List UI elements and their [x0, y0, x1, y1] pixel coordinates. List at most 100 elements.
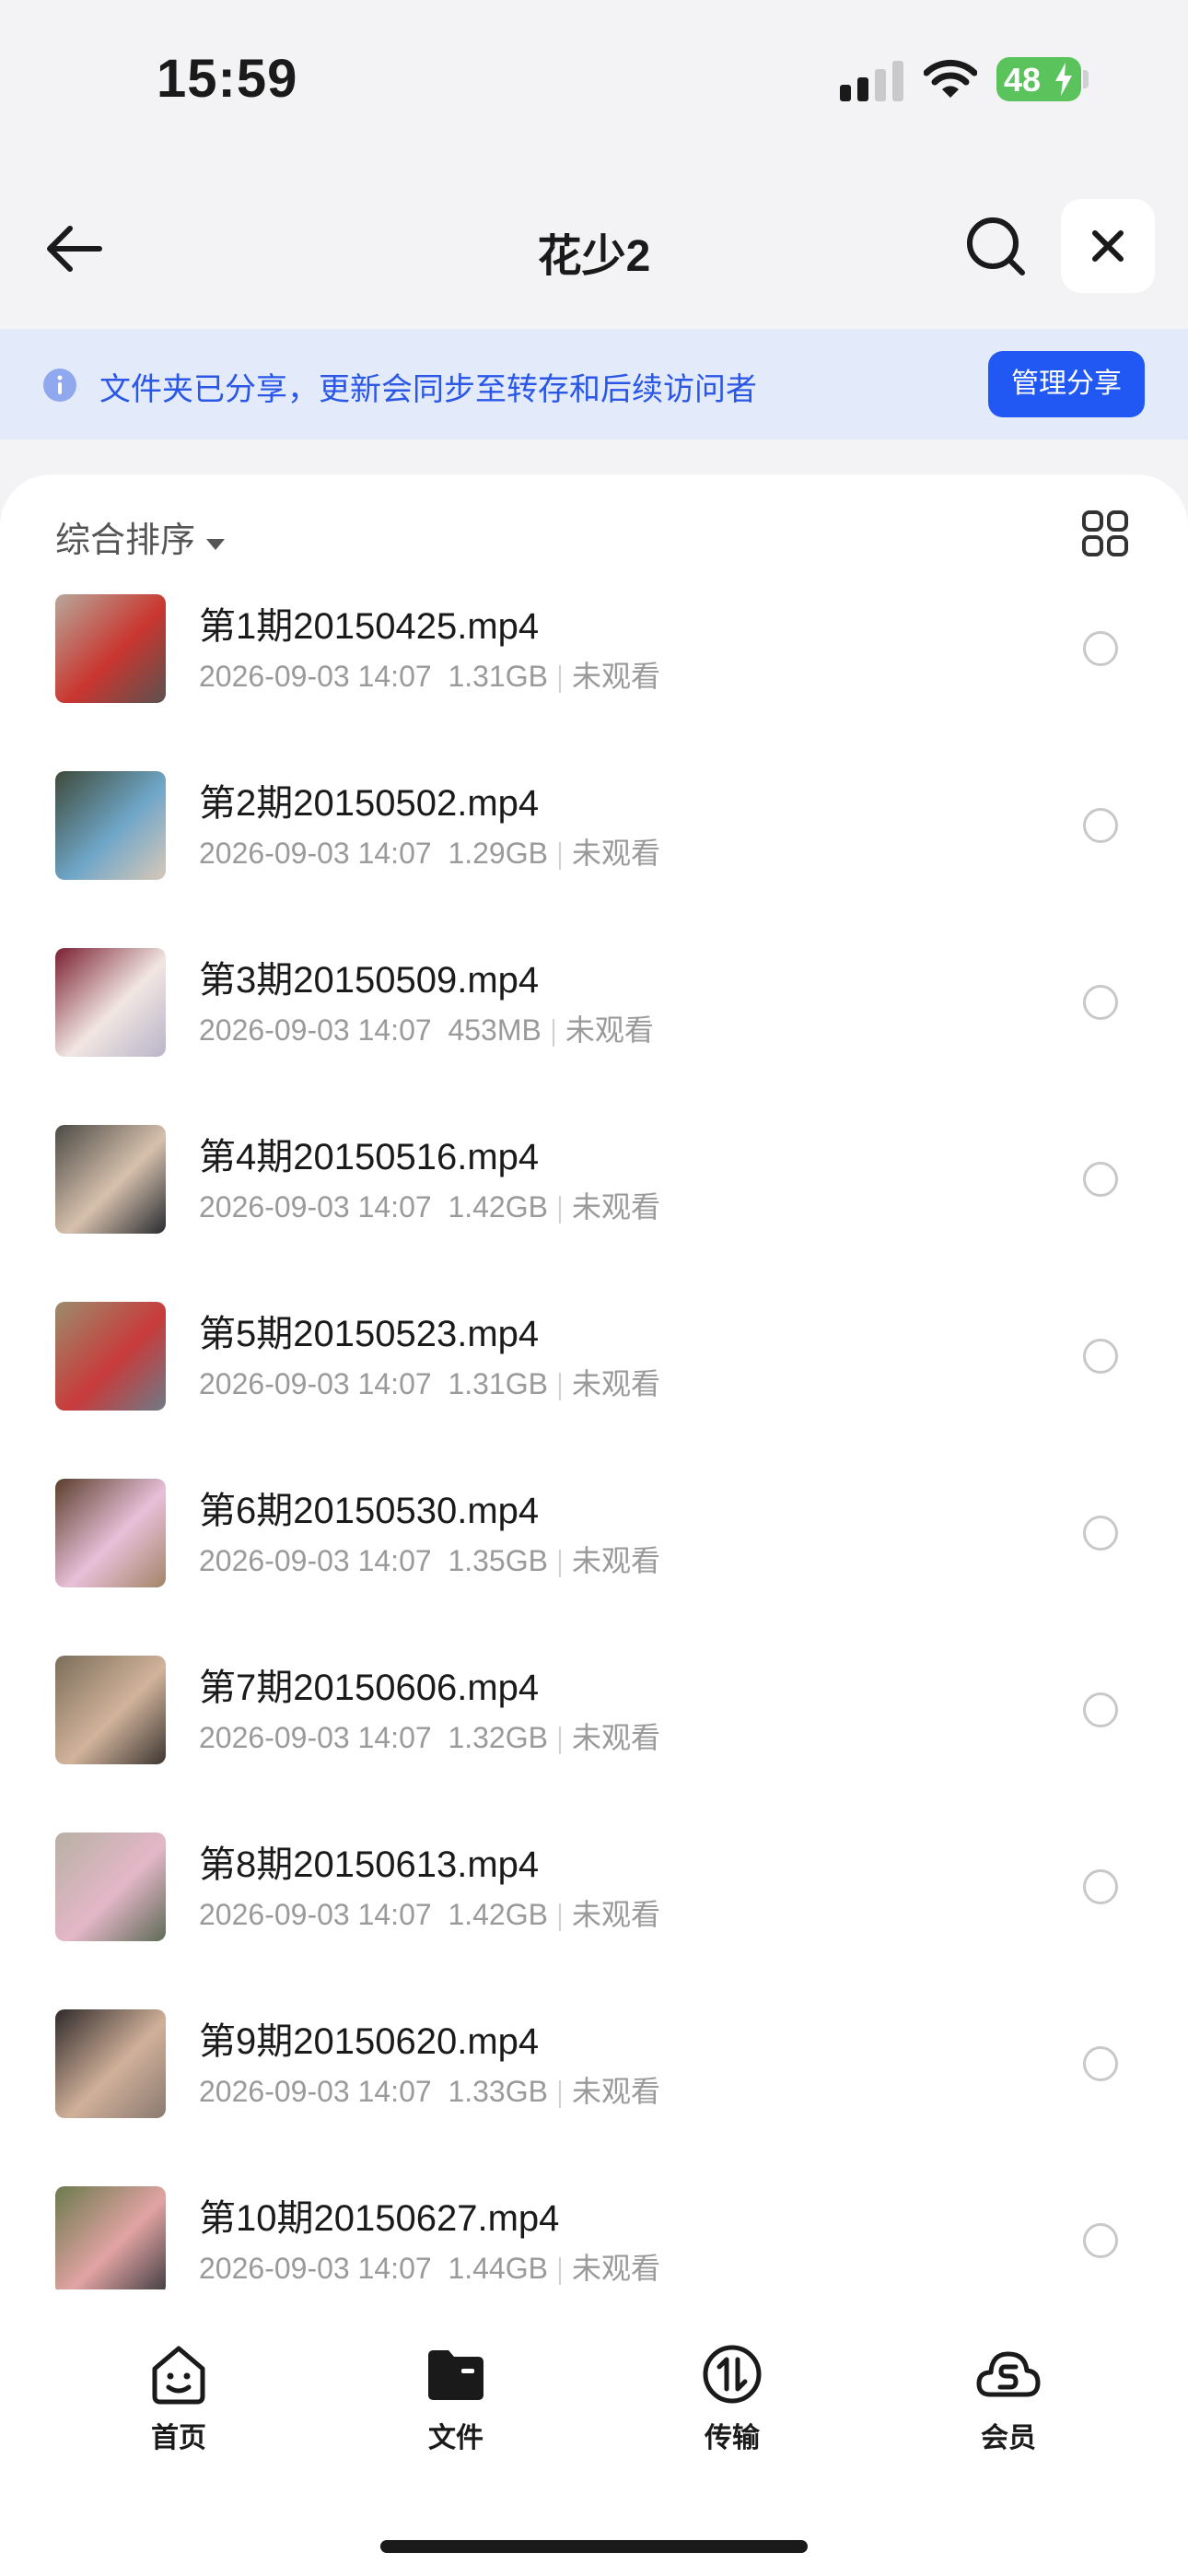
file-meta: 2026-09-03 14:07 1.32GB 未观看	[199, 1715, 660, 1757]
video-thumbnail	[55, 1125, 166, 1234]
select-checkbox[interactable]	[1083, 808, 1118, 843]
select-checkbox[interactable]	[1083, 2223, 1118, 2258]
file-name: 第10期20150627.mp4	[199, 2198, 560, 2239]
select-checkbox[interactable]	[1083, 2046, 1118, 2081]
file-row[interactable]: 第2期20150502.mp4 2026-09-03 14:07 1.29GB 未观…	[0, 771, 1188, 948]
tab-files[interactable]: 文件	[364, 2341, 548, 2455]
file-size: 1.31GB	[448, 660, 548, 693]
file-size: 1.33GB	[448, 2075, 548, 2108]
home-face-icon	[152, 2346, 205, 2405]
meta-divider	[558, 1195, 561, 1224]
sort-dropdown[interactable]: 综合排序	[55, 511, 226, 576]
file-date: 2026-09-03 14:07	[199, 2075, 432, 2108]
file-meta: 2026-09-03 14:07 1.35GB 未观看	[199, 1538, 660, 1580]
video-thumbnail	[55, 1832, 166, 1941]
file-name: 第5期20150523.mp4	[199, 1314, 540, 1354]
watch-status: 未观看	[571, 1367, 660, 1400]
search-icon[interactable]	[961, 212, 1030, 280]
file-row[interactable]: 第1期20150425.mp4 2026-09-03 14:07 1.31GB 未观…	[0, 594, 1188, 771]
close-icon	[1092, 230, 1124, 262]
video-thumbnail	[55, 1656, 166, 1764]
watch-status: 未观看	[571, 1721, 660, 1754]
file-name: 第2期20150502.mp4	[199, 783, 540, 824]
select-checkbox[interactable]	[1083, 1516, 1118, 1551]
file-size: 1.42GB	[448, 1898, 548, 1931]
battery-nub	[1083, 70, 1089, 88]
share-banner: 文件夹已分享，更新会同步至转存和后续访问者 管理分享	[0, 329, 1188, 439]
banner-text: 文件夹已分享，更新会同步至转存和后续访问者	[99, 372, 757, 407]
file-date: 2026-09-03 14:07	[199, 1898, 432, 1931]
grid-view-icon[interactable]	[1081, 509, 1129, 557]
file-row[interactable]: 第5期20150523.mp4 2026-09-03 14:07 1.31GB 未观…	[0, 1302, 1188, 1479]
file-meta: 2026-09-03 14:07 1.44GB 未观看	[199, 2245, 660, 2288]
select-checkbox[interactable]	[1083, 631, 1118, 666]
file-name: 第1期20150425.mp4	[199, 606, 540, 647]
watch-status: 未观看	[565, 1013, 654, 1047]
watch-status: 未观看	[571, 837, 660, 870]
battery-level: 48	[1004, 61, 1042, 99]
battery-indicator: 48	[996, 57, 1081, 101]
meta-divider	[558, 1903, 561, 1931]
file-size: 1.44GB	[448, 2252, 548, 2285]
bottom-tab-bar: 首页 文件 传输 会员	[0, 2289, 1188, 2576]
file-date: 2026-09-03 14:07	[199, 1367, 432, 1400]
file-date: 2026-09-03 14:07	[199, 2252, 432, 2285]
file-date: 2026-09-03 14:07	[199, 1544, 432, 1577]
meta-divider	[558, 1726, 561, 1754]
folder-icon	[428, 2350, 483, 2400]
file-row[interactable]: 第3期20150509.mp4 2026-09-03 14:07 453MB 未观看	[0, 948, 1188, 1125]
file-meta: 2026-09-03 14:07 1.42GB 未观看	[199, 1891, 660, 1934]
file-name: 第7期20150606.mp4	[199, 1668, 540, 1708]
file-row[interactable]: 第4期20150516.mp4 2026-09-03 14:07 1.42GB 未观…	[0, 1125, 1188, 1302]
file-date: 2026-09-03 14:07	[199, 1190, 432, 1224]
file-meta: 2026-09-03 14:07 453MB 未观看	[199, 1007, 654, 1049]
meta-divider	[558, 2256, 561, 2285]
select-checkbox[interactable]	[1083, 985, 1118, 1020]
status-bar: 15:59 48	[0, 0, 1188, 157]
caret-down-icon	[206, 538, 226, 550]
watch-status: 未观看	[571, 1898, 660, 1931]
close-button[interactable]	[1061, 199, 1155, 293]
file-meta: 2026-09-03 14:07 1.42GB 未观看	[199, 1184, 660, 1226]
home-indicator	[380, 2540, 808, 2553]
tab-label: 文件	[428, 2423, 483, 2453]
file-size: 1.42GB	[448, 1190, 548, 1224]
tab-home[interactable]: 首页	[87, 2341, 271, 2455]
file-list-card: 综合排序 第1期20150425.mp4 2026-09-03 14:07 1.3…	[0, 474, 1188, 2289]
select-checkbox[interactable]	[1083, 1692, 1118, 1727]
file-name: 第4期20150516.mp4	[199, 1137, 540, 1177]
file-meta: 2026-09-03 14:07 1.29GB 未观看	[199, 830, 660, 872]
tab-transfer[interactable]: 传输	[640, 2341, 824, 2455]
info-icon	[43, 369, 76, 402]
transfer-icon	[703, 2345, 762, 2404]
meta-divider	[558, 2079, 561, 2108]
file-row[interactable]: 第9期20150620.mp4 2026-09-03 14:07 1.33GB 未观…	[0, 2009, 1188, 2186]
file-size: 1.32GB	[448, 1721, 548, 1754]
manage-share-button[interactable]: 管理分享	[988, 351, 1145, 417]
meta-divider	[558, 841, 561, 870]
tab-label: 传输	[705, 2423, 760, 2453]
file-date: 2026-09-03 14:07	[199, 1721, 432, 1754]
file-row[interactable]: 第7期20150606.mp4 2026-09-03 14:07 1.32GB 未观…	[0, 1656, 1188, 1832]
video-thumbnail	[55, 771, 166, 880]
meta-divider	[558, 1372, 561, 1400]
file-name: 第3期20150509.mp4	[199, 960, 540, 1001]
file-row[interactable]: 第10期20150627.mp4 2026-09-03 14:07 1.44GB 未…	[0, 2186, 1188, 2289]
meta-divider	[552, 1018, 554, 1047]
video-thumbnail	[55, 2009, 166, 2118]
file-list: 第1期20150425.mp4 2026-09-03 14:07 1.31GB 未观…	[0, 594, 1188, 2289]
file-name: 第9期20150620.mp4	[199, 2021, 540, 2062]
file-name: 第6期20150530.mp4	[199, 1491, 540, 1531]
status-time: 15:59	[157, 49, 298, 109]
select-checkbox[interactable]	[1083, 1339, 1118, 1374]
watch-status: 未观看	[571, 2252, 660, 2285]
tab-member[interactable]: 会员	[916, 2341, 1101, 2455]
file-row[interactable]: 第6期20150530.mp4 2026-09-03 14:07 1.35GB 未观…	[0, 1479, 1188, 1656]
file-row[interactable]: 第8期20150613.mp4 2026-09-03 14:07 1.42GB 未观…	[0, 1832, 1188, 2009]
select-checkbox[interactable]	[1083, 1869, 1118, 1904]
video-thumbnail	[55, 1302, 166, 1411]
file-meta: 2026-09-03 14:07 1.31GB 未观看	[199, 653, 660, 696]
watch-status: 未观看	[571, 660, 660, 693]
wifi-icon	[924, 59, 977, 98]
select-checkbox[interactable]	[1083, 1162, 1118, 1197]
